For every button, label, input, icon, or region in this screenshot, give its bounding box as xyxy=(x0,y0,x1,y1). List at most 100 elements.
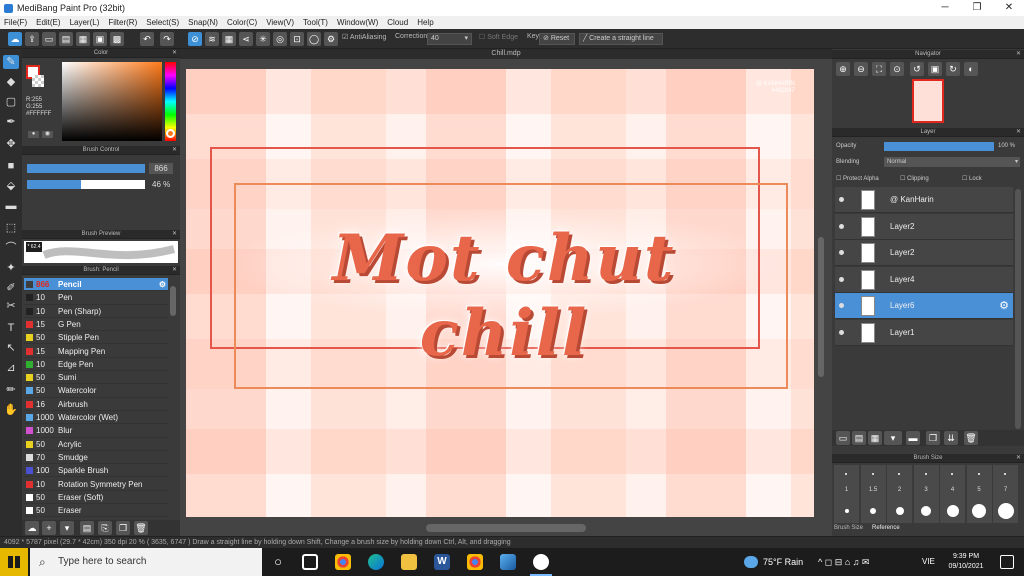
eye-icon[interactable] xyxy=(839,223,844,229)
brush-size-preset[interactable]: 1.5 xyxy=(860,465,886,523)
brush-duplicate-icon[interactable]: ❐ xyxy=(116,521,130,535)
system-tray-icons[interactable]: ^ ◻ ⊟ ⌂ ♫ ✉ xyxy=(818,548,869,576)
language-indicator[interactable]: VIE xyxy=(922,548,935,576)
fill-rect-tool-icon[interactable]: ■ xyxy=(3,159,19,173)
zoom-out-icon[interactable]: ⊖ xyxy=(854,62,868,76)
rotate-right-icon[interactable]: ↻ xyxy=(946,62,960,76)
lock-checkbox[interactable]: ☐ Lock xyxy=(962,175,982,182)
curve-snap-icon[interactable]: ⊡ xyxy=(290,32,304,46)
menu-window[interactable]: Window(W) xyxy=(337,18,378,27)
layers-icon[interactable]: ▦ xyxy=(76,32,90,46)
bucket-tool-icon[interactable]: ⬙ xyxy=(3,179,19,193)
pen-tool-icon[interactable]: ✒ xyxy=(3,115,19,129)
reference-tab[interactable]: Reference xyxy=(872,525,900,531)
eye-icon[interactable] xyxy=(839,197,844,202)
clipping-checkbox[interactable]: ☐ Clipping xyxy=(900,175,929,182)
flip-icon[interactable]: ◐ xyxy=(964,62,978,76)
close-icon[interactable]: ✕ xyxy=(172,49,177,58)
brush-size-preset[interactable]: 7 xyxy=(993,465,1018,523)
color-mode-button[interactable]: ● xyxy=(28,131,39,138)
document-canvas[interactable]: Mot chut chill @ KANHARIN #4d2b47 xyxy=(186,69,814,517)
duplicate-layer-icon[interactable]: ❐ xyxy=(926,431,940,445)
layer-row[interactable]: Layer2 xyxy=(835,213,1013,240)
taskbar-search-box[interactable]: ⌕ Type here to search xyxy=(30,548,262,576)
new-halftone-layer-icon[interactable]: ▤ xyxy=(852,431,866,445)
menu-filter[interactable]: Filter(R) xyxy=(108,18,137,27)
brush-tool-icon[interactable]: ✎ xyxy=(3,55,19,69)
eye-icon[interactable] xyxy=(839,276,844,282)
new-8bit-layer-icon[interactable]: ▦ xyxy=(868,431,882,445)
eyedropper-tool-icon[interactable]: ✏ xyxy=(3,383,19,397)
brush-size-preset[interactable]: 3 xyxy=(913,465,939,523)
menu-file[interactable]: File(F) xyxy=(4,18,27,27)
layer-row[interactable]: Layer4 xyxy=(835,266,1013,293)
layer-row[interactable]: Layer2 xyxy=(835,240,1013,267)
trash-icon[interactable]: 🗑 xyxy=(134,521,148,535)
reset-button[interactable]: ⊘ Reset xyxy=(539,33,575,45)
layer-opacity-slider[interactable] xyxy=(884,142,994,151)
cortana-icon[interactable]: ○ xyxy=(270,554,286,570)
lasso-tool-icon[interactable]: ⌒ xyxy=(3,241,19,255)
chrome-icon[interactable] xyxy=(335,554,351,570)
menu-help[interactable]: Help xyxy=(417,18,433,27)
menu-tool[interactable]: Tool(T) xyxy=(303,18,328,27)
close-button[interactable]: ✕ xyxy=(994,0,1024,16)
brush-export-icon[interactable]: ⎘ xyxy=(98,521,112,535)
divide-tool-icon[interactable]: ⊿ xyxy=(3,361,19,375)
hue-handle[interactable] xyxy=(166,129,175,138)
brush-list-item[interactable]: 100 Sparkle Brush xyxy=(24,464,168,478)
weather-text[interactable]: 75°F Rain xyxy=(763,548,803,576)
background-color-swatch[interactable] xyxy=(32,75,44,87)
brush-size-preset[interactable]: 4 xyxy=(940,465,965,523)
hand-tool-icon[interactable]: ✋ xyxy=(3,403,19,417)
fit-screen-icon[interactable]: ⛶ xyxy=(872,62,886,76)
fit-icon[interactable]: ▩ xyxy=(110,32,124,46)
menu-view[interactable]: View(V) xyxy=(266,18,294,27)
task-view-icon[interactable] xyxy=(302,554,318,570)
eye-icon[interactable] xyxy=(839,303,844,309)
vanishing-snap-icon[interactable]: ⋖ xyxy=(239,32,253,46)
layer-list-scrollbar[interactable] xyxy=(1015,189,1021,429)
snap-off-icon[interactable]: ⊘ xyxy=(188,32,202,46)
canvas-horizontal-scrollbar[interactable] xyxy=(426,524,586,532)
brush-settings-icon[interactable]: ▤ xyxy=(80,521,94,535)
brush-list-item[interactable]: 15 Mapping Pen xyxy=(24,345,168,358)
zoom-in-icon[interactable]: ⊕ xyxy=(836,62,850,76)
brush-size-slider[interactable] xyxy=(27,164,145,173)
eraser-tool-icon[interactable]: ◆ xyxy=(3,75,19,89)
menu-select[interactable]: Select(S) xyxy=(146,18,179,27)
cloud-icon[interactable]: ☁ xyxy=(8,32,22,46)
brush-list-item[interactable]: 10 Pen (Sharp) xyxy=(24,305,168,318)
settings-snap-icon[interactable]: ⚙ xyxy=(324,32,338,46)
brush-list-item[interactable]: 10 Pen xyxy=(24,291,168,305)
close-icon[interactable]: ✕ xyxy=(172,146,177,155)
brush-size-preset[interactable]: 5 xyxy=(966,465,992,523)
brush-list-item[interactable]: 10 Edge Pen xyxy=(24,358,168,372)
document-tab[interactable]: Chill.mdp xyxy=(180,49,832,59)
straight-line-button[interactable]: ╱ Create a straight line xyxy=(579,33,663,45)
menu-edit[interactable]: Edit(E) xyxy=(36,18,60,27)
brush-list-item[interactable]: 70 Smudge xyxy=(24,451,168,465)
clock[interactable]: 9:39 PM 09/10/2021 xyxy=(940,552,992,572)
brush-size-preset[interactable]: 2 xyxy=(887,465,912,523)
antialiasing-checkbox[interactable]: ☑ AntiAliasing xyxy=(342,33,386,41)
minimize-button[interactable]: ─ xyxy=(930,0,960,16)
eye-icon[interactable] xyxy=(839,330,844,335)
brush-list-item[interactable]: 50 Acrylic xyxy=(24,438,168,451)
radial-snap-icon[interactable]: ✳ xyxy=(256,32,270,46)
brush-list-item[interactable]: 50 Sumi xyxy=(24,371,168,385)
rotate-reset-icon[interactable]: ▣ xyxy=(928,62,942,76)
brush-list-item[interactable]: 50 Watercolor xyxy=(24,384,168,398)
folder-icon[interactable]: ▬ xyxy=(906,431,920,445)
notification-icon[interactable] xyxy=(1000,555,1014,569)
file-explorer-icon[interactable] xyxy=(401,554,417,570)
operation-tool-icon[interactable]: ↖ xyxy=(3,341,19,355)
close-icon[interactable]: ✕ xyxy=(1016,128,1021,137)
brush-size-tab[interactable]: Brush Size xyxy=(834,525,863,531)
edge-icon[interactable] xyxy=(368,554,384,570)
canvas-vertical-scrollbar[interactable] xyxy=(818,237,824,377)
new-layer-icon[interactable]: ▭ xyxy=(836,431,850,445)
maximize-button[interactable]: ❐ xyxy=(962,0,992,16)
brush-list-item[interactable]: 50 Stipple Pen xyxy=(24,331,168,345)
brush-size-preset[interactable]: 1 xyxy=(834,465,859,523)
